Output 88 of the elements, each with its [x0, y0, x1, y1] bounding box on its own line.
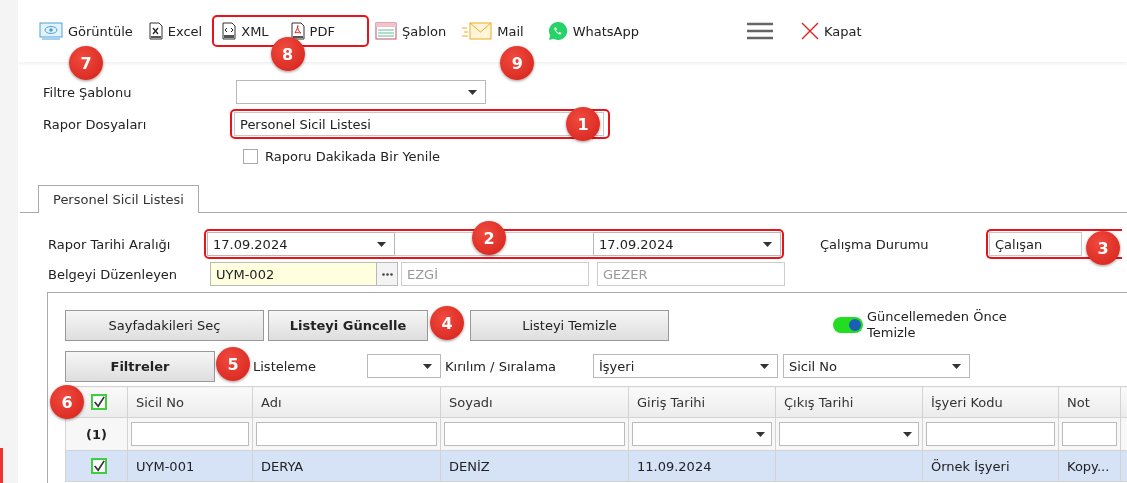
dropdown-field[interactable] [779, 422, 919, 446]
table-cell: 11.09.2024 [637, 458, 712, 474]
dropdown-caret-icon [760, 363, 769, 369]
dropdown-caret-icon [423, 363, 432, 369]
checkbox[interactable] [243, 148, 258, 164]
envelope-icon [462, 22, 493, 40]
toggle-switch[interactable] [833, 317, 863, 333]
template-grid-icon [374, 22, 397, 40]
tab[interactable]: Personel Sicil Listesi [38, 185, 199, 213]
column-header[interactable]: Giriş Tarihi [628, 386, 776, 418]
code-field[interactable]: UYM-002 [210, 262, 377, 286]
dropdown-field[interactable]: Sicil No [783, 354, 970, 378]
dropdown-caret-icon [903, 431, 912, 437]
toggle-label: Güncellemeden Önce Temizle [867, 309, 1008, 341]
filter-field[interactable] [444, 422, 625, 446]
field-label: Rapor Dosyaları [43, 116, 148, 132]
close-button[interactable]: Kapat [800, 19, 862, 43]
checkmark-icon [93, 459, 105, 474]
xml-button[interactable]: XML [222, 19, 269, 43]
template-button[interactable]: Şablon [374, 19, 447, 43]
dropdown-field[interactable] [236, 80, 486, 104]
dropdown-caret-icon [377, 241, 386, 247]
filter-count: (1) [65, 417, 128, 451]
callout-badge: 9 [500, 46, 535, 80]
checkbox-label[interactable]: Raporu Dakikada Bir Yenile [265, 148, 441, 164]
column-header[interactable]: Soyadı [440, 386, 629, 418]
mail-button[interactable]: Mail [462, 19, 524, 43]
callout-badge: 2 [472, 221, 506, 255]
table-cell: DERYA [261, 458, 304, 474]
column-header[interactable]: Adı [252, 386, 441, 418]
action-button[interactable]: Listeyi Güncelle [268, 309, 428, 341]
menu-icon [746, 22, 773, 40]
field-label: Kırılım / Sıralama [445, 358, 557, 374]
surname-field: GEZER [597, 262, 785, 286]
callout-badge: 4 [430, 306, 464, 340]
dropdown-field[interactable]: 17.09.2024 [207, 232, 395, 256]
table-cell: DENİZ [449, 458, 490, 474]
view-button[interactable]: Görüntüle [39, 19, 133, 43]
filters-button[interactable]: Filtreler [65, 350, 215, 382]
filter-field[interactable] [1062, 422, 1117, 446]
filter-field[interactable] [926, 422, 1055, 446]
callout-badge: 6 [50, 385, 84, 419]
close-icon [800, 22, 819, 40]
whatsapp-button[interactable]: WhatsApp [547, 19, 639, 43]
dropdown-field[interactable] [632, 422, 772, 446]
pdf-file-icon [290, 22, 305, 40]
filter-field[interactable] [256, 422, 437, 446]
dropdown-caret-icon [952, 363, 961, 369]
callout-badge: 5 [216, 347, 250, 381]
column-header[interactable]: Çıkış Tarihi [775, 386, 923, 418]
checkbox[interactable] [91, 458, 107, 475]
action-button[interactable]: Sayfadakileri Seç [65, 309, 264, 341]
table-cell: UYM-001 [136, 458, 195, 474]
dropdown-caret-icon [468, 89, 477, 95]
callout-badge: 7 [69, 46, 103, 80]
checkmark-icon [93, 395, 105, 410]
ellipsis-icon [381, 272, 393, 276]
xml-file-icon [222, 22, 237, 40]
field-label: Rapor Tarihi Aralığı [48, 236, 172, 252]
callout-badge: 1 [566, 107, 600, 141]
dropdown-field[interactable]: İşyeri [593, 354, 778, 378]
action-button[interactable]: Listeyi Temizle [470, 309, 669, 341]
column-header[interactable]: Sicil No [127, 386, 253, 418]
column-header[interactable]: İşyeri Kodu [922, 386, 1059, 418]
dropdown-field[interactable]: 17.09.2024 [593, 232, 781, 256]
edge-marker [0, 448, 3, 483]
filter-field[interactable] [131, 422, 249, 446]
excel-button[interactable]: Excel [148, 19, 203, 43]
field-label: Filtre Şablonu [43, 84, 133, 100]
table-row[interactable]: UYM-001 DERYA DENİZ 11.09.2024 Örnek İşyeri Kopy... [65, 450, 1127, 482]
field-label: Belgeyi Düzenleyen [48, 266, 179, 282]
table-cell: Örnek İşyeri [931, 458, 1010, 474]
dropdown-caret-icon [756, 431, 765, 437]
dropdown-caret-icon [763, 241, 772, 247]
field-label: Çalışma Durumu [820, 236, 930, 252]
field-label: Listeleme [253, 358, 317, 374]
view-icon [39, 22, 63, 40]
chat-bubble-icon [547, 21, 568, 41]
browse-button[interactable] [377, 262, 398, 286]
table-cell: Kopy... [1067, 458, 1110, 474]
dropdown-field[interactable] [367, 354, 441, 378]
callout-badge: 8 [270, 37, 305, 71]
checkbox[interactable] [91, 394, 107, 411]
name-field: EZGİ [401, 262, 589, 286]
column-header[interactable]: Not [1058, 386, 1121, 418]
excel-file-icon [148, 22, 163, 40]
dropdown-field[interactable]: Çalışan [989, 232, 1082, 256]
callout-badge: 3 [1086, 231, 1120, 265]
